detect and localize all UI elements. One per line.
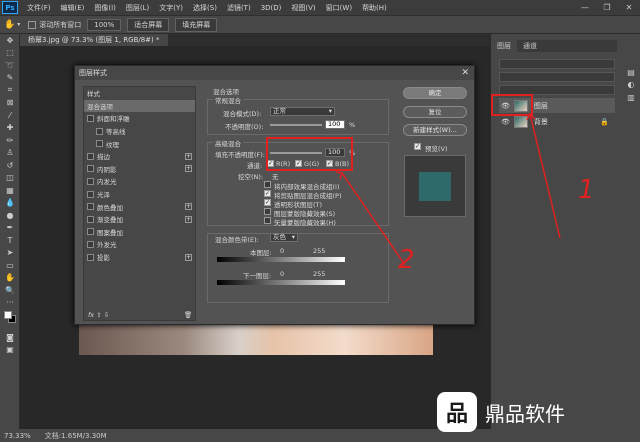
watermark-logo: 品 [437,392,477,432]
arrow-head-2 [335,171,343,180]
annotation-number-2: 2 [398,245,415,275]
annotation-arrows [335,112,561,266]
watermark: 品 鼎品软件 [437,392,633,432]
foreground-color-swatch[interactable] [4,311,12,319]
watermark-text: 鼎品软件 [485,401,565,426]
annotation-arrow-1 [529,113,561,239]
annotation-number-1: 1 [578,175,595,205]
annotation-arrow-2 [341,172,406,266]
